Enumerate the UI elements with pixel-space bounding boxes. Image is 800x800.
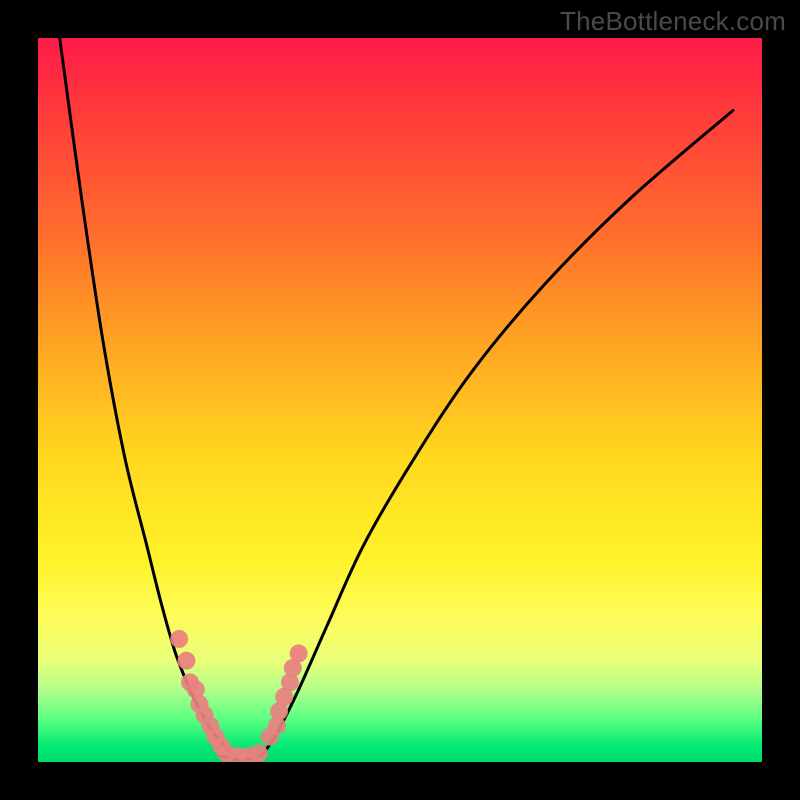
curve-right-arm	[262, 110, 733, 754]
marker-right-6	[290, 644, 308, 662]
bottleneck-curve	[38, 38, 762, 762]
marker-bottom-3	[250, 744, 268, 762]
watermark-text: TheBottleneck.com	[560, 6, 786, 37]
curve-left-arm	[60, 38, 234, 755]
marker-left-1	[177, 652, 195, 670]
chart-frame: TheBottleneck.com	[0, 0, 800, 800]
plot-area	[38, 38, 762, 762]
marker-left-0	[170, 630, 188, 648]
